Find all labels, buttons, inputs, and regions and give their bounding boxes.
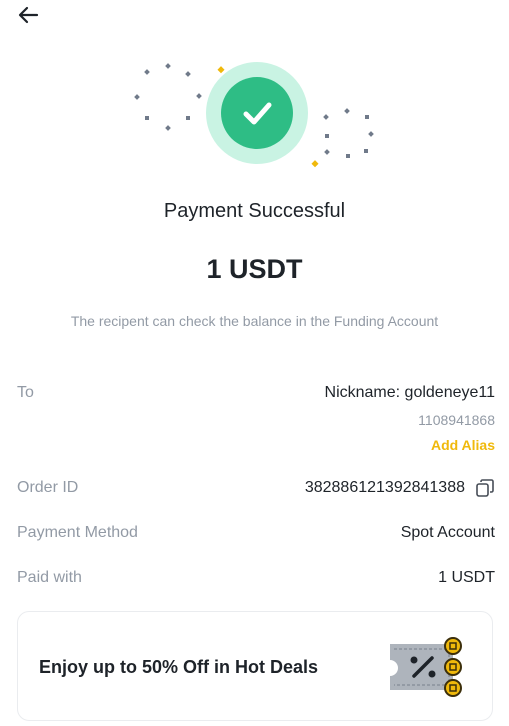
copy-icon [476, 479, 494, 497]
check-circle-icon [221, 77, 293, 149]
recipient-id: 1108941868 [418, 412, 495, 428]
paid-with-label: Paid with [17, 569, 82, 586]
discount-ticket-icon [390, 637, 462, 697]
hot-deals-promo-card[interactable]: Enjoy up to 50% Off in Hot Deals [17, 611, 493, 721]
payment-amount: 1 USDT [206, 254, 303, 284]
paid-with-value: 1 USDT [438, 569, 495, 586]
promo-text: Enjoy up to 50% Off in Hot Deals [39, 657, 319, 677]
payment-method-label: Payment Method [17, 524, 138, 541]
copy-order-id-button[interactable] [475, 478, 495, 498]
order-id-value: 382886121392841388 [304, 479, 465, 496]
status-subtitle: The recipent can check the balance in th… [70, 313, 439, 329]
recipient-nickname: Nickname: goldeneye11 [324, 384, 495, 401]
status-title: Payment Successful [163, 200, 346, 222]
add-alias-link[interactable]: Add Alias [431, 437, 495, 453]
to-label: To [17, 384, 34, 401]
order-id-label: Order ID [17, 479, 79, 496]
payment-method-value: Spot Account [400, 524, 495, 541]
